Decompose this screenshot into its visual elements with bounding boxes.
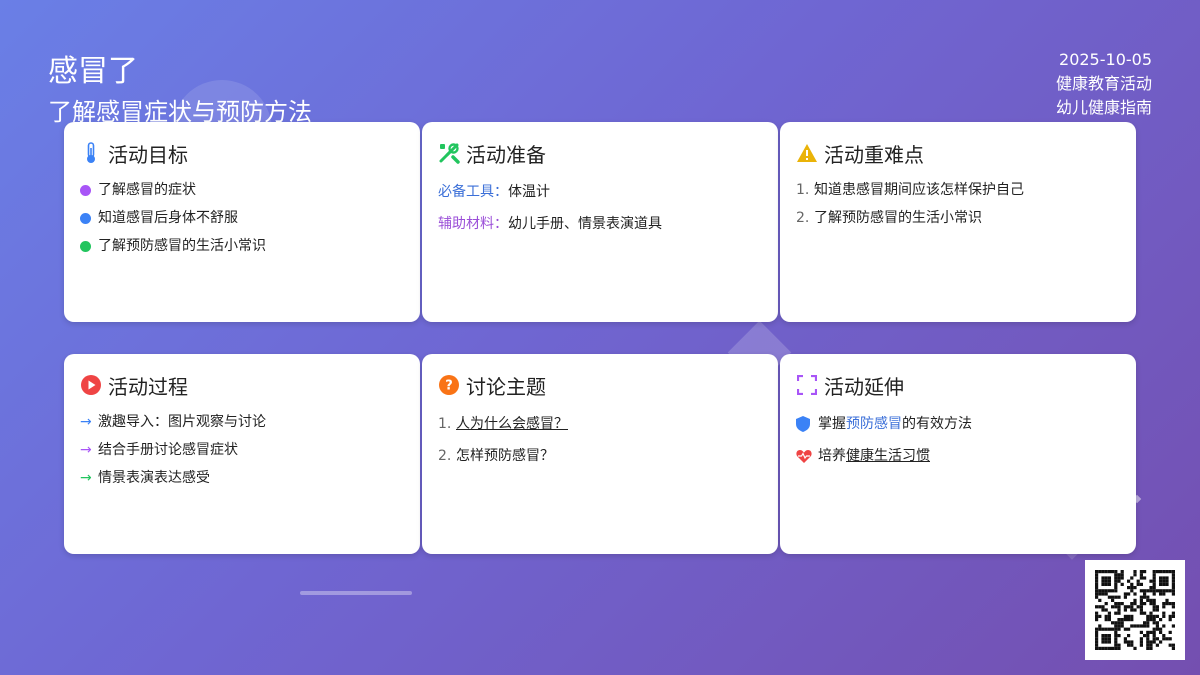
keypoint-text: 了解预防感冒的生活小常识 <box>814 210 982 226</box>
extension-text: 的有效方法 <box>902 416 972 432</box>
bullet-dot <box>80 184 91 196</box>
heartbeat-icon <box>796 449 818 463</box>
item-number: 2. <box>796 210 810 226</box>
process-card: 活动过程 → 激趣导入：图片观察与讨论 → 结合手册讨论感冒症状 → 情景表演表达感受 <box>64 354 420 554</box>
thermometer-icon <box>80 142 102 164</box>
goals-card: 活动目标 了解感冒的症状 知道感冒后身体不舒服 了解预防感冒的生活小常识 <box>64 122 420 322</box>
aux-label: 辅助材料： <box>438 216 508 232</box>
question-icon: ? <box>438 374 460 396</box>
process-text: 结合手册讨论感冒症状 <box>98 442 238 458</box>
list-item: → 结合手册讨论感冒症状 <box>80 436 404 464</box>
header-meta: 2025-10-05 健康教育活动 幼儿健康指南 <box>1056 48 1152 120</box>
goal-text: 知道感冒后身体不舒服 <box>98 210 238 226</box>
extension-highlight: 预防感冒 <box>846 416 902 432</box>
bullet-dot <box>80 212 91 224</box>
item-number: 1. <box>796 182 810 198</box>
category-text: 健康教育活动 <box>1055 74 1152 93</box>
extension-link[interactable]: 健康生活习惯 <box>846 440 930 472</box>
decorative-line <box>300 591 412 595</box>
extension-title: 活动延伸 <box>824 374 904 399</box>
discussion-title: 讨论主题 <box>466 374 546 399</box>
arrow-right-icon: → <box>80 442 92 458</box>
item-number: 1. <box>438 416 452 432</box>
prep-title: 活动准备 <box>466 142 546 167</box>
list-item: → 激趣导入：图片观察与讨论 <box>80 408 404 436</box>
prep-aux: 辅助材料： 幼儿手册、情景表演道具 <box>438 208 762 240</box>
process-text: 情景表演表达感受 <box>98 470 210 486</box>
extension-text: 培养 <box>818 448 846 464</box>
aux-value: 幼儿手册、情景表演道具 <box>508 216 662 232</box>
guide-text: 幼儿健康指南 <box>1055 98 1152 117</box>
list-item: 掌握 预防感冒 的有效方法 <box>796 408 1120 440</box>
goals-title: 活动目标 <box>108 142 188 167</box>
required-label: 必备工具： <box>438 184 508 200</box>
keypoints-card: 活动重难点 1. 知道患感冒期间应该怎样保护自己 2. 了解预防感冒的生活小常识 <box>780 122 1136 322</box>
page-title: 感冒了 <box>48 54 138 89</box>
process-title: 活动过程 <box>108 374 188 399</box>
shield-icon <box>796 416 818 432</box>
warning-icon <box>796 142 818 164</box>
extension-text: 掌握 <box>818 416 846 432</box>
expand-icon <box>796 374 818 396</box>
required-value: 体温计 <box>508 184 550 200</box>
keypoint-text: 知道患感冒期间应该怎样保护自己 <box>814 182 1024 198</box>
list-item: 2. 怎样预防感冒？ <box>438 440 762 472</box>
svg-text:?: ? <box>445 379 453 394</box>
goal-text: 了解感冒的症状 <box>98 182 196 198</box>
list-item: 2. 了解预防感冒的生活小常识 <box>796 204 1120 232</box>
arrow-right-icon: → <box>80 414 92 430</box>
prep-card: 活动准备 必备工具： 体温计 辅助材料： 幼儿手册、情景表演道具 <box>422 122 778 322</box>
date-text: 2025-10-05 <box>1059 50 1152 69</box>
item-number: 2. <box>438 448 452 464</box>
discussion-card: ? 讨论主题 1. 人为什么会感冒？ 2. 怎样预防感冒？ <box>422 354 778 554</box>
discussion-text: 怎样预防感冒？ <box>456 448 554 464</box>
list-item: 了解感冒的症状 <box>80 176 404 204</box>
list-item: 培养 健康生活习惯 <box>796 440 1120 472</box>
discussion-link[interactable]: 人为什么会感冒？ <box>456 408 568 440</box>
bullet-dot <box>80 240 91 252</box>
process-text: 激趣导入：图片观察与讨论 <box>98 414 266 430</box>
qr-code <box>1085 560 1185 660</box>
qr-code-icon <box>1095 570 1175 650</box>
arrow-right-icon: → <box>80 470 92 486</box>
prep-required: 必备工具： 体温计 <box>438 176 762 208</box>
list-item: 了解预防感冒的生活小常识 <box>80 232 404 260</box>
tools-icon <box>438 142 460 164</box>
list-item: 知道感冒后身体不舒服 <box>80 204 404 232</box>
extension-card: 活动延伸 掌握 预防感冒 的有效方法 培养 健康生活习惯 <box>780 354 1136 554</box>
play-icon <box>80 374 102 396</box>
keypoints-title: 活动重难点 <box>824 142 924 167</box>
goal-text: 了解预防感冒的生活小常识 <box>98 238 266 254</box>
list-item: 1. 人为什么会感冒？ <box>438 408 762 440</box>
list-item: 1. 知道患感冒期间应该怎样保护自己 <box>796 176 1120 204</box>
list-item: → 情景表演表达感受 <box>80 464 404 492</box>
